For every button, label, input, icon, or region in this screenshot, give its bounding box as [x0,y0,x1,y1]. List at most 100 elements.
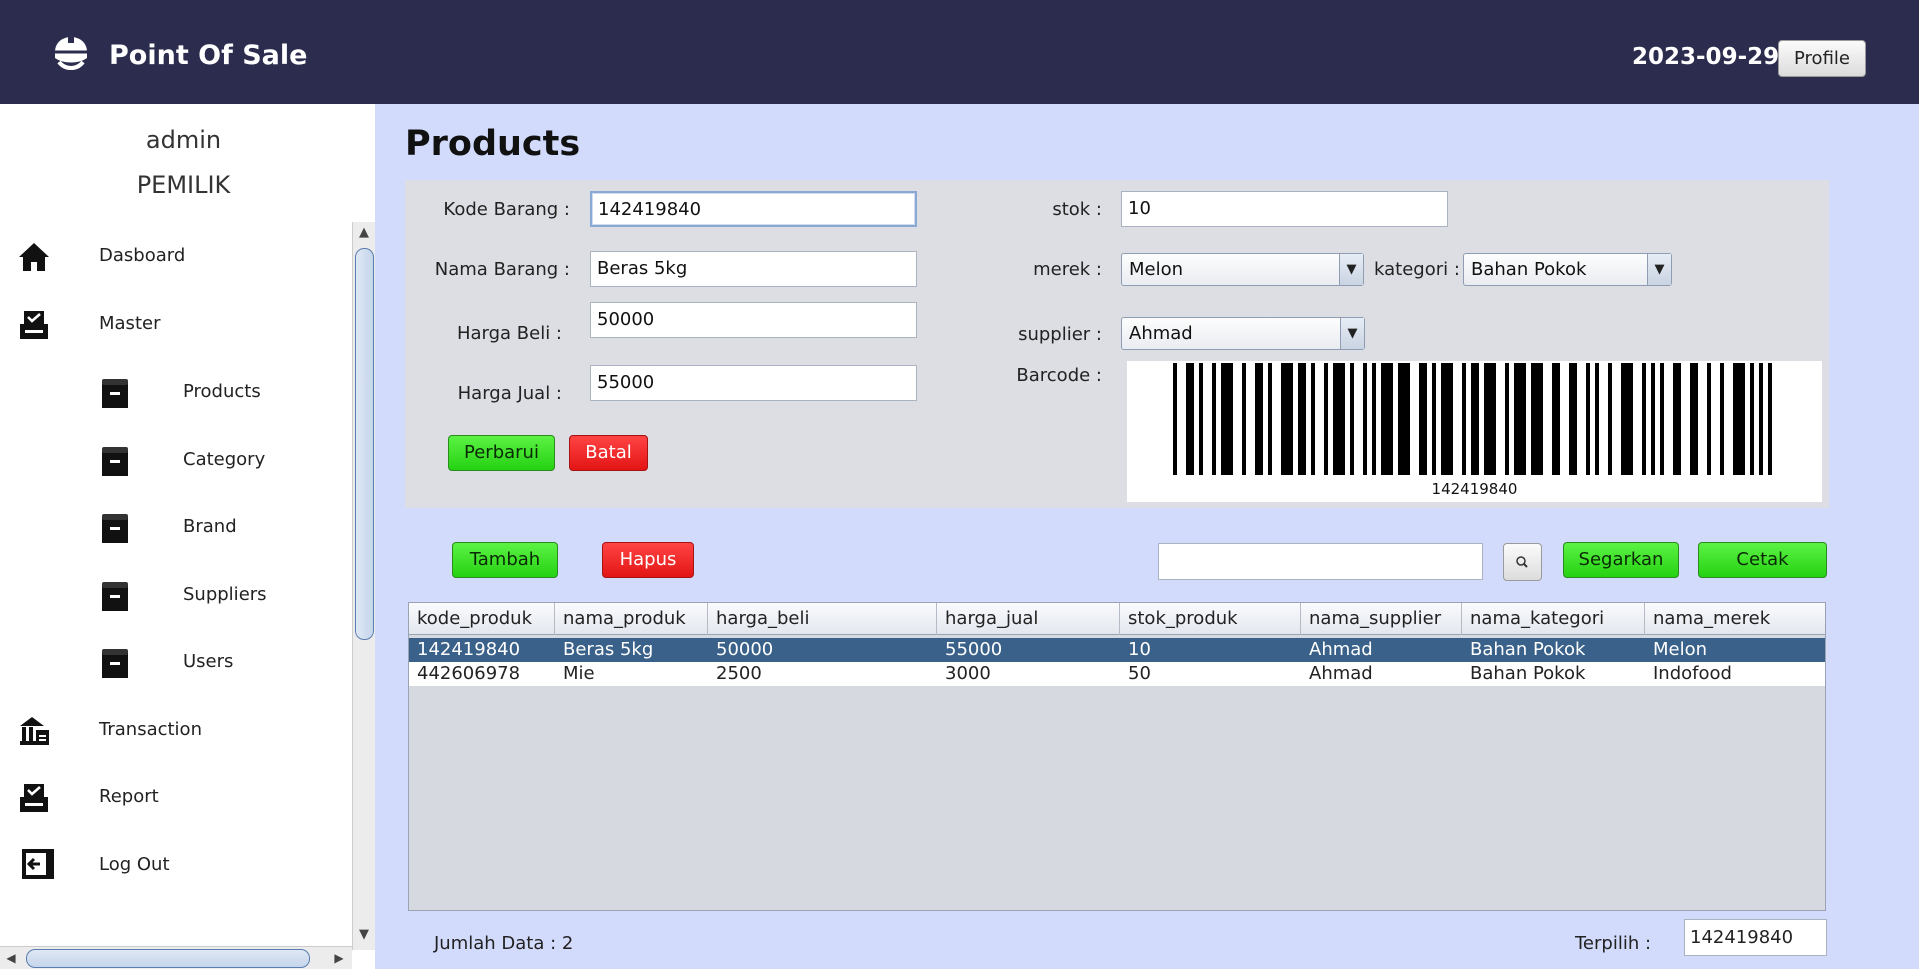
search-icon [1516,556,1528,568]
table-cell: Bahan Pokok [1470,639,1586,660]
table-row[interactable]: 142419840 Beras 5kg 50000 55000 10 Ahmad… [409,638,1825,662]
search-button[interactable] [1503,543,1542,581]
barcode-bar [1768,363,1772,475]
box-icon [102,514,128,543]
cetak-button[interactable]: Cetak [1698,542,1827,578]
table-cell: 142419840 [417,639,521,660]
sidebar-item-dasboard[interactable]: Dasboard [0,236,350,276]
table-cell: 2500 [716,663,762,684]
kategori-label: kategori : [1374,259,1460,280]
column-header-kode-produk[interactable]: kode_produk [409,603,555,635]
barcode-bar [1720,363,1724,475]
column-header-stok-produk[interactable]: stok_produk [1120,603,1301,635]
table-cell: Melon [1653,639,1708,660]
barcode-bar [1311,363,1315,475]
batal-button[interactable]: Batal [569,435,648,471]
sidebar-vertical-scrollbar[interactable]: ▲ ▼ [352,222,375,950]
sidebar: admin PEMILIK Dasboard Master Products C… [0,104,375,969]
barcode-bar [1750,363,1754,475]
page-title: Products [405,124,581,164]
sidebar-item-label: Category [183,449,266,470]
column-header-nama-kategori[interactable]: nama_kategori [1462,603,1645,635]
chevron-down-icon[interactable]: ▼ [1339,254,1363,285]
barcode-bar [1419,363,1427,475]
barcode-bar [1621,363,1633,475]
barcode-bar [1381,363,1393,475]
scroll-thumb[interactable] [26,949,310,968]
barcode-bar [1432,363,1436,475]
supplier-selected-value: Ahmad [1129,323,1193,344]
nama-barang-field[interactable]: Beras 5kg [590,251,917,287]
barcode-bar [1707,363,1711,475]
chevron-down-icon[interactable]: ▼ [1647,254,1671,285]
helmet-logo-icon [55,29,87,70]
home-icon [19,243,49,271]
sidebar-horizontal-scrollbar[interactable]: ◀ ▶ [0,946,352,969]
barcode-bar [1333,363,1345,475]
column-header-harga-beli[interactable]: harga_beli [708,603,937,635]
kategori-select[interactable]: Bahan Pokok ▼ [1463,253,1672,286]
data-count: Jumlah Data : 2 [434,933,574,954]
sidebar-item-suppliers[interactable]: Suppliers [80,575,350,615]
hapus-button[interactable]: Hapus [602,542,694,578]
scroll-left-arrow-icon[interactable]: ◀ [0,947,22,969]
sidebar-item-report[interactable]: Report [0,777,350,817]
kode-barang-field[interactable]: 142419840 [590,191,917,227]
box-icon [102,379,128,408]
sidebar-item-users[interactable]: Users [80,642,350,682]
scroll-right-arrow-icon[interactable]: ▶ [328,947,350,969]
barcode-bar [1173,363,1177,475]
table-row[interactable]: 442606978 Mie 2500 3000 50 Ahmad Bahan P… [409,662,1825,686]
barcode-bar [1660,363,1664,475]
table-cell: 55000 [945,639,1003,660]
harga-jual-field[interactable]: 55000 [590,365,917,401]
barcode-bar [1255,363,1263,475]
kategori-selected-value: Bahan Pokok [1471,259,1587,280]
table-cell: Ahmad [1309,639,1373,660]
scroll-thumb[interactable] [355,248,374,640]
barcode-bar [1221,363,1233,475]
barcode-bar [1372,363,1376,475]
column-header-nama-merek[interactable]: nama_merek [1645,603,1825,635]
barcode-bar [1595,363,1599,475]
table-cell: Ahmad [1309,663,1373,684]
sidebar-item-category[interactable]: Category [80,440,350,480]
barcode-bar [1186,363,1194,475]
barcode-bar [1363,363,1367,475]
search-input[interactable] [1158,543,1483,580]
barcode-bar [1484,363,1496,475]
chevron-down-icon[interactable]: ▼ [1340,318,1364,349]
barcode-label: Barcode : [1016,365,1102,386]
harga-beli-field[interactable]: 50000 [590,302,917,338]
sidebar-item-brand[interactable]: Brand [80,507,350,547]
sidebar-item-transaction[interactable]: Transaction [0,710,350,750]
sidebar-item-log-out[interactable]: Log Out [0,845,350,885]
sidebar-item-products[interactable]: Products [80,372,350,412]
sidebar-item-label: Users [183,651,234,672]
table-cell: Mie [563,663,595,684]
perbarui-button[interactable]: Perbarui [448,435,555,471]
tambah-button[interactable]: Tambah [452,542,558,578]
sidebar-item-master[interactable]: Master [0,304,350,344]
barcode-bar [1471,363,1479,475]
harga-jual-label: Harga Jual : [457,383,562,404]
column-header-nama-produk[interactable]: nama_produk [555,603,708,635]
sidebar-item-label: Suppliers [183,584,267,605]
column-header-harga-jual[interactable]: harga_jual [937,603,1120,635]
barcode-bar [1642,363,1646,475]
barcode-bar [1212,363,1216,475]
merek-selected-value: Melon [1129,259,1184,280]
stok-field[interactable]: 10 [1121,191,1448,227]
barcode-bar [1569,363,1577,475]
merek-select[interactable]: Melon ▼ [1121,253,1364,286]
profile-button[interactable]: Profile [1778,40,1866,77]
products-table: kode_produk nama_produk harga_beli harga… [408,602,1826,911]
segarkan-button[interactable]: Segarkan [1563,542,1679,578]
app-header: Point Of Sale 2023-09-29 Profile [0,0,1919,104]
barcode-bar [1441,363,1453,475]
selected-code-field[interactable]: 142419840 [1684,919,1827,956]
scroll-down-arrow-icon[interactable]: ▼ [353,924,375,946]
column-header-nama-supplier[interactable]: nama_supplier [1301,603,1462,635]
supplier-select[interactable]: Ahmad ▼ [1121,317,1365,350]
scroll-up-arrow-icon[interactable]: ▲ [353,222,375,244]
